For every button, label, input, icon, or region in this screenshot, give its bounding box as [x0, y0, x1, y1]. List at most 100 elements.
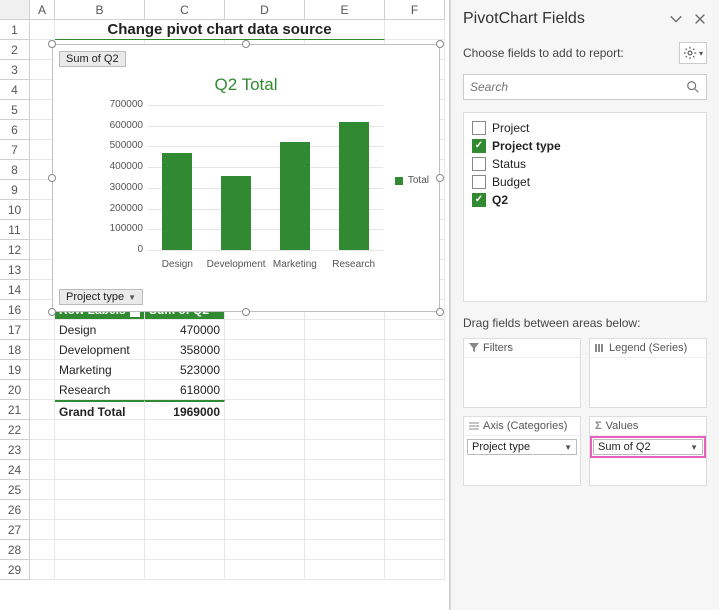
cell[interactable] [30, 500, 55, 520]
chart-bar[interactable] [280, 142, 310, 250]
chart-field-pill-axis[interactable]: Project type ▼ [59, 289, 143, 305]
cell[interactable] [30, 440, 55, 460]
cell[interactable] [55, 520, 145, 540]
row-header[interactable]: 7 [0, 140, 30, 160]
resize-handle[interactable] [436, 308, 444, 316]
cell[interactable] [305, 400, 385, 420]
cell[interactable] [385, 540, 445, 560]
cell[interactable] [145, 440, 225, 460]
row-header[interactable]: 16 [0, 300, 30, 320]
cell[interactable] [385, 20, 445, 40]
row-header[interactable]: 13 [0, 260, 30, 280]
resize-handle[interactable] [436, 174, 444, 182]
row-header[interactable]: 5 [0, 100, 30, 120]
field-list-options-button[interactable]: ▾ [679, 42, 707, 64]
cell[interactable] [385, 360, 445, 380]
cell[interactable] [225, 320, 305, 340]
resize-handle[interactable] [48, 40, 56, 48]
row-header[interactable]: 25 [0, 480, 30, 500]
field-search[interactable] [463, 74, 707, 100]
pivot-row-label[interactable]: Marketing [55, 360, 145, 380]
cell[interactable] [385, 420, 445, 440]
column-header[interactable]: F [385, 0, 445, 20]
legend-area[interactable]: Legend (Series) [589, 338, 707, 408]
row-header[interactable]: 1 [0, 20, 30, 40]
field-chip[interactable]: Sum of Q2▼ [593, 439, 703, 455]
row-header[interactable]: 3 [0, 60, 30, 80]
checkbox[interactable] [472, 193, 486, 207]
cell[interactable] [225, 460, 305, 480]
field-item[interactable]: Project [468, 119, 702, 137]
pivot-chart[interactable]: Sum of Q2 Project type ▼ Q2 Total 010000… [52, 44, 440, 312]
cell[interactable] [225, 480, 305, 500]
cell[interactable] [305, 520, 385, 540]
resize-handle[interactable] [242, 40, 250, 48]
cell[interactable] [55, 460, 145, 480]
cell[interactable] [145, 460, 225, 480]
cell[interactable] [385, 440, 445, 460]
cell[interactable] [30, 540, 55, 560]
cell[interactable] [385, 380, 445, 400]
field-item[interactable]: Project type [468, 137, 702, 155]
row-header[interactable]: 19 [0, 360, 30, 380]
checkbox[interactable] [472, 157, 486, 171]
cell[interactable] [30, 460, 55, 480]
cell[interactable] [305, 540, 385, 560]
cell[interactable] [225, 540, 305, 560]
column-header[interactable]: B [55, 0, 145, 20]
column-header[interactable]: C [145, 0, 225, 20]
cell[interactable] [30, 20, 55, 40]
cell[interactable] [305, 340, 385, 360]
cell[interactable] [225, 360, 305, 380]
cell[interactable] [225, 380, 305, 400]
cell[interactable] [385, 400, 445, 420]
cell[interactable] [30, 320, 55, 340]
pivot-row-value[interactable]: 470000 [145, 320, 225, 340]
pivot-row-value[interactable]: 358000 [145, 340, 225, 360]
cell[interactable] [385, 500, 445, 520]
page-title[interactable]: Change pivot chart data source [55, 20, 385, 40]
cell[interactable] [225, 420, 305, 440]
pivot-row-label[interactable]: Development [55, 340, 145, 360]
filters-area[interactable]: Filters [463, 338, 581, 408]
cell[interactable] [305, 360, 385, 380]
row-header[interactable]: 2 [0, 40, 30, 60]
checkbox[interactable] [472, 139, 486, 153]
chart-bar[interactable] [339, 122, 369, 250]
cell[interactable] [30, 420, 55, 440]
select-all-corner[interactable] [0, 0, 30, 20]
chart-bar[interactable] [221, 176, 251, 250]
row-header[interactable]: 23 [0, 440, 30, 460]
row-header[interactable]: 21 [0, 400, 30, 420]
cell[interactable] [305, 480, 385, 500]
cell[interactable] [145, 480, 225, 500]
row-header[interactable]: 27 [0, 520, 30, 540]
cell[interactable] [225, 500, 305, 520]
pivot-row-label[interactable]: Research [55, 380, 145, 400]
row-header[interactable]: 28 [0, 540, 30, 560]
cell[interactable] [385, 460, 445, 480]
row-header[interactable]: 20 [0, 380, 30, 400]
chart-bar[interactable] [162, 153, 192, 250]
pivot-grand-total-label[interactable]: Grand Total [55, 400, 145, 420]
chart-field-pill-values[interactable]: Sum of Q2 [59, 51, 126, 67]
cell[interactable] [55, 540, 145, 560]
cell[interactable] [305, 320, 385, 340]
cell[interactable] [30, 400, 55, 420]
row-header[interactable]: 18 [0, 340, 30, 360]
field-item[interactable]: Budget [468, 173, 702, 191]
cell[interactable] [55, 480, 145, 500]
cell[interactable] [385, 320, 445, 340]
cell[interactable] [55, 500, 145, 520]
field-item[interactable]: Status [468, 155, 702, 173]
column-header[interactable]: A [30, 0, 55, 20]
row-header[interactable]: 12 [0, 240, 30, 260]
resize-handle[interactable] [436, 40, 444, 48]
cell[interactable] [305, 560, 385, 580]
resize-handle[interactable] [48, 308, 56, 316]
cell[interactable] [225, 440, 305, 460]
field-chip[interactable]: Project type▼ [467, 439, 577, 455]
pivot-row-value[interactable]: 523000 [145, 360, 225, 380]
row-header[interactable]: 29 [0, 560, 30, 580]
search-input[interactable] [470, 80, 686, 94]
